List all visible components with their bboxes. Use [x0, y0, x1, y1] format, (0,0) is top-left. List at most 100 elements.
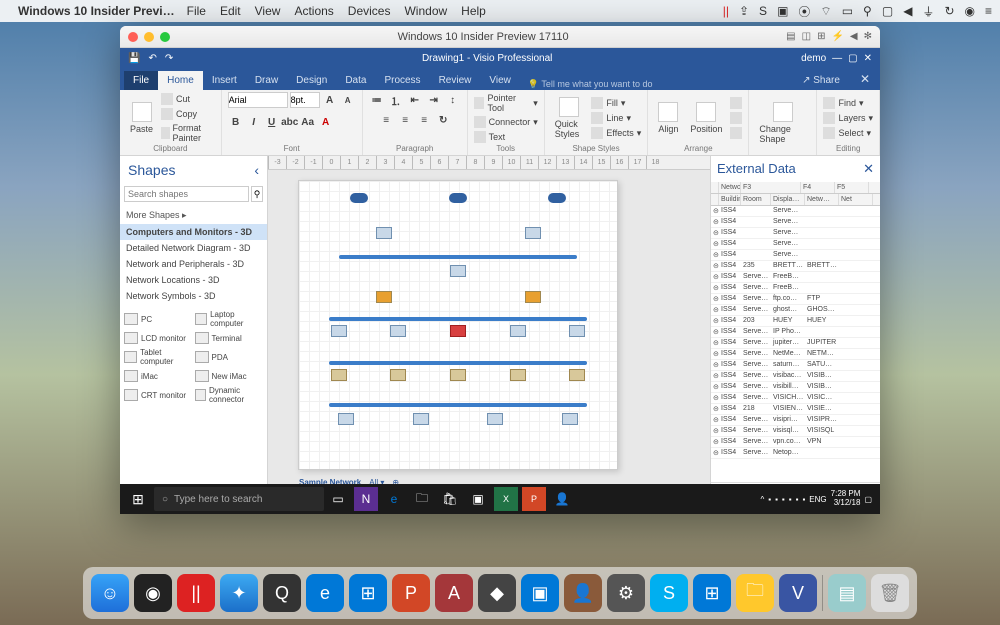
tell-me[interactable]: 💡 Tell me what you want to do: [528, 79, 653, 90]
taskbar-powerpoint-icon[interactable]: P: [522, 487, 546, 511]
app-icon[interactable]: ⦿: [798, 3, 810, 20]
shapes-collapse-icon[interactable]: ‹: [254, 162, 259, 178]
shape-category[interactable]: Computers and Monitors - 3D: [120, 224, 267, 240]
send-back-icon[interactable]: [730, 112, 742, 124]
change-shape-button[interactable]: Change Shape: [755, 100, 810, 146]
vm-ctrl-icon[interactable]: ◀: [850, 31, 858, 42]
edge-icon[interactable]: e: [306, 574, 344, 612]
table-row[interactable]: ⊝ISS4Serve…visibac…VISIB…: [711, 371, 880, 382]
win-max-icon[interactable]: ▢: [848, 53, 857, 64]
indent-dec-icon[interactable]: ⇤: [407, 92, 423, 108]
strike-button[interactable]: abc: [282, 114, 298, 130]
vm-ctrl-icon[interactable]: ◫: [802, 31, 811, 42]
fill-button[interactable]: Fill ▾: [591, 97, 641, 109]
table-row[interactable]: ⊝ISS4Serve…FreeB…: [711, 283, 880, 294]
table-row[interactable]: ⊝ISS4Serve…: [711, 217, 880, 228]
table-row[interactable]: ⊝ISS4Serve…jupiter…JUPITER: [711, 338, 880, 349]
table-row[interactable]: ⊝ISS4Serve…visipri…VISIPR…: [711, 415, 880, 426]
table-row[interactable]: ⊝ISS4203HUEYHUEY: [711, 316, 880, 327]
mac-menu-edit[interactable]: Edit: [220, 4, 241, 18]
line-button[interactable]: Line ▾: [591, 112, 641, 124]
shape-connector[interactable]: Dynamic connector: [195, 386, 264, 404]
table-row[interactable]: ⊝ISS4Serve…saturn…SATU…: [711, 360, 880, 371]
tray-icon[interactable]: ▪: [802, 495, 805, 504]
explorer-icon[interactable]: 🗀: [736, 574, 774, 612]
table-row[interactable]: ⊝ISS4Serve…ftp.co…FTP: [711, 294, 880, 305]
table-row[interactable]: ⊝ISS4Serve…IP Pho…: [711, 327, 880, 338]
tab-review[interactable]: Review: [430, 71, 481, 90]
vm-ctrl-icon[interactable]: ⊞: [817, 31, 825, 42]
windows-app-icon[interactable]: ⊞: [693, 574, 731, 612]
tray-icon[interactable]: ▪: [768, 495, 771, 504]
ext-close-icon[interactable]: ✕: [863, 161, 874, 177]
rotate-icon[interactable]: ↻: [435, 112, 451, 128]
numbering-icon[interactable]: ⒈: [388, 92, 404, 108]
effects-button[interactable]: Effects ▾: [591, 127, 641, 139]
drawing-canvas[interactable]: Sample Network All ▾ ⊕: [298, 180, 618, 470]
tray-icon[interactable]: ▪: [796, 495, 799, 504]
shape-category[interactable]: Network Symbols - 3D: [120, 288, 267, 304]
shape-pda[interactable]: PDA: [195, 348, 264, 366]
tab-data[interactable]: Data: [336, 71, 375, 90]
search-icon[interactable]: ⚲: [251, 186, 263, 202]
taskbar-app-icon[interactable]: N: [354, 487, 378, 511]
tray-icon[interactable]: ▪: [782, 495, 785, 504]
mac-menu-file[interactable]: File: [187, 4, 206, 18]
evernote-icon[interactable]: ▣: [777, 4, 788, 18]
align-center-icon[interactable]: ≡: [397, 112, 413, 128]
group-icon[interactable]: [730, 127, 742, 139]
more-shapes[interactable]: More Shapes ▸: [120, 204, 267, 224]
case-button[interactable]: Aa: [300, 114, 316, 130]
battery-icon[interactable]: ▭: [842, 4, 853, 18]
quicktime-icon[interactable]: Q: [263, 574, 301, 612]
win-close-icon[interactable]: ✕: [864, 53, 872, 64]
font-name-input[interactable]: [228, 92, 288, 108]
access-icon[interactable]: A: [435, 574, 473, 612]
find-button[interactable]: Find ▾: [823, 97, 873, 109]
cut-button[interactable]: Cut: [161, 93, 215, 105]
canvas-wrap[interactable]: -3-2-10123456789101112131415161718: [268, 156, 710, 496]
tab-home[interactable]: Home: [158, 71, 203, 90]
table-row[interactable]: ⊝ISS4Serve…VISICH…VISIC…: [711, 393, 880, 404]
vm-ctrl-icon[interactable]: ▤: [786, 31, 795, 42]
qa-redo-icon[interactable]: ↷: [165, 53, 173, 64]
windows-icon[interactable]: ⊞: [349, 574, 387, 612]
align-right-icon[interactable]: ≡: [416, 112, 432, 128]
skype-icon[interactable]: S: [650, 574, 688, 612]
shape-category[interactable]: Network and Peripherals - 3D: [120, 256, 267, 272]
shape-category[interactable]: Network Locations - 3D: [120, 272, 267, 288]
window-zoom-icon[interactable]: [160, 32, 170, 42]
tab-draw[interactable]: Draw: [246, 71, 287, 90]
table-row[interactable]: ⊝ISS4235BRETT…BRETT…: [711, 261, 880, 272]
tray-up-icon[interactable]: ^: [760, 495, 764, 504]
italic-button[interactable]: I: [246, 114, 262, 130]
mac-menu-help[interactable]: Help: [461, 4, 486, 18]
mac-menu-view[interactable]: View: [255, 4, 281, 18]
table-row[interactable]: ⊝ISS4218VISIEN…VISIE…: [711, 404, 880, 415]
powerpoint-icon[interactable]: P: [392, 574, 430, 612]
shrink-font-icon[interactable]: A: [340, 92, 356, 108]
tray-icon[interactable]: ▪: [789, 495, 792, 504]
shape-tablet[interactable]: Tablet computer: [124, 348, 193, 366]
user-app-icon[interactable]: 👤: [564, 574, 602, 612]
mac-menu-devices[interactable]: Devices: [348, 4, 391, 18]
tray-lang[interactable]: ENG: [809, 495, 826, 504]
table-row[interactable]: ⊝ISS4Serve…visisql…VISISQL: [711, 426, 880, 437]
bluetooth-icon[interactable]: ⏚: [922, 3, 934, 20]
visio-icon[interactable]: V: [779, 574, 817, 612]
table-row[interactable]: ⊝ISS4Serve…FreeB…: [711, 272, 880, 283]
siri-icon[interactable]: ◉: [965, 4, 975, 18]
format-painter-button[interactable]: Format Painter: [161, 123, 215, 143]
line-spacing-icon[interactable]: ↕: [445, 92, 461, 108]
shape-laptop[interactable]: Laptop computer: [195, 310, 264, 328]
task-view-icon[interactable]: ▭: [326, 487, 350, 511]
taskbar-excel-icon[interactable]: X: [494, 487, 518, 511]
shape-category[interactable]: Detailed Network Diagram - 3D: [120, 240, 267, 256]
mac-menu-actions[interactable]: Actions: [294, 4, 333, 18]
taskbar-store-icon[interactable]: 🛍: [438, 487, 462, 511]
taskbar-clock[interactable]: 7:28 PM3/12/18: [831, 490, 861, 508]
downloads-icon[interactable]: ▤: [828, 574, 866, 612]
notification-icon[interactable]: ≡: [985, 4, 992, 18]
ribbon-collapse-icon[interactable]: ✕: [850, 68, 880, 90]
taskbar-app-icon[interactable]: ▣: [466, 487, 490, 511]
